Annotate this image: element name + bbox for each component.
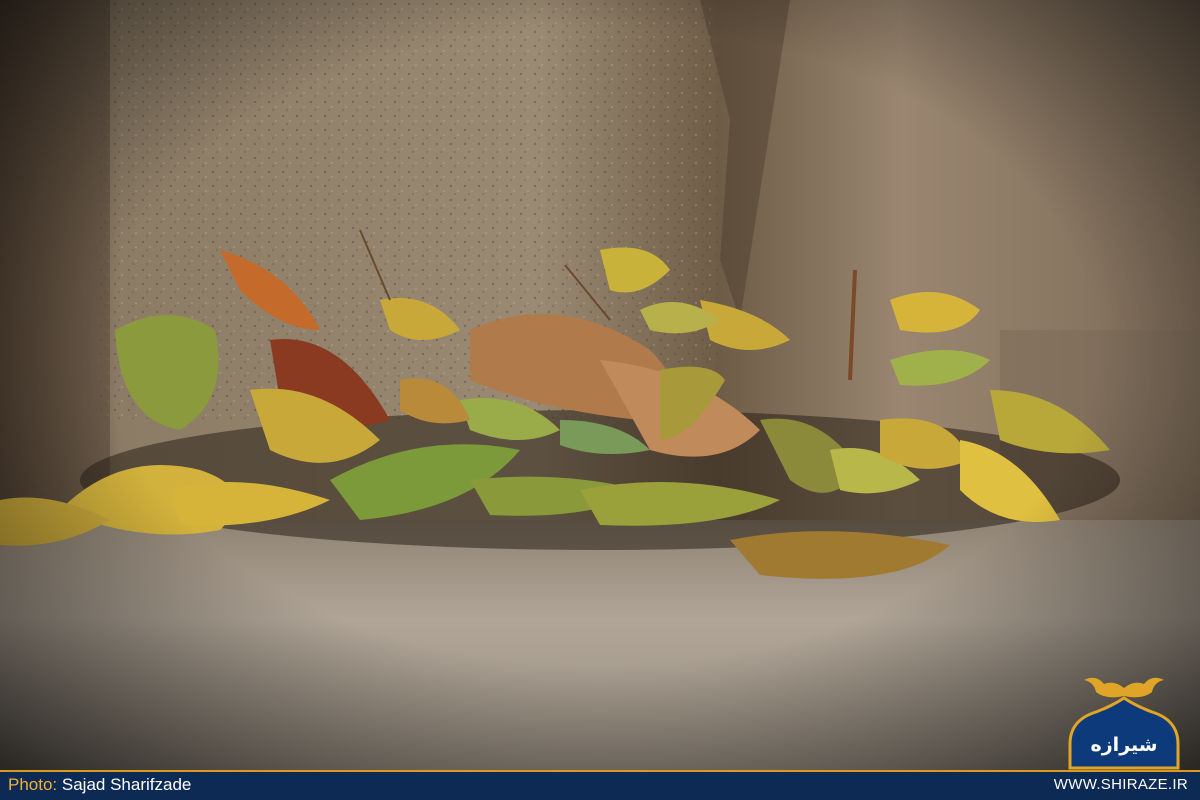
website-link[interactable]: WWW.SHIRAZE.IR [1054, 776, 1188, 793]
autumn-leaves-photo [0, 0, 1200, 770]
shiraze-ornament-icon [1068, 677, 1180, 770]
credit-name: Sajad Sharifzade [57, 775, 192, 794]
vignette [0, 0, 1200, 770]
photo-scene [0, 0, 1200, 770]
logo-text: شیرازه [1090, 734, 1158, 756]
footer-bar: Photo: Sajad Sharifzade WWW.SHIRAZE.IR [0, 770, 1200, 800]
credit-label: Photo: [8, 775, 58, 794]
shiraze-logo [1066, 670, 1182, 774]
photo-credit: Photo: Sajad Sharifzade [8, 775, 191, 795]
